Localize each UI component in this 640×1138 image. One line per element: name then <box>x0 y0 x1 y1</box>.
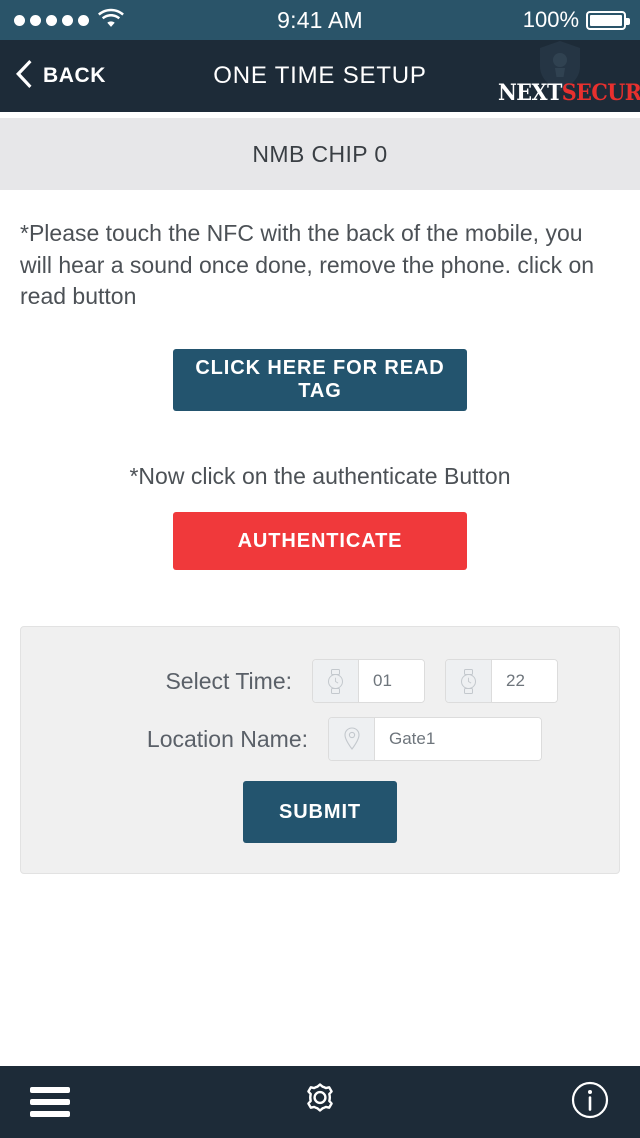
time-minutes-group[interactable] <box>445 659 558 704</box>
location-name-row: Location Name: <box>21 717 619 762</box>
location-name-group[interactable] <box>328 717 542 762</box>
back-button-label: BACK <box>43 64 107 87</box>
time-fields-group <box>312 659 558 704</box>
read-tag-button[interactable]: CLICK HERE FOR READ TAG <box>173 349 467 412</box>
info-button[interactable] <box>562 1074 618 1130</box>
hamburger-menu-icon <box>30 1081 70 1123</box>
back-button[interactable]: BACK <box>16 59 107 93</box>
select-time-label: Select Time: <box>165 667 292 694</box>
status-bar-left <box>14 8 277 32</box>
bottom-navigation-bar <box>0 1066 640 1138</box>
battery-percentage: 100% <box>522 7 580 32</box>
select-time-row: Select Time: <box>21 659 619 704</box>
settings-button[interactable] <box>292 1074 348 1130</box>
app-header: BACK ONE TIME SETUP NEXTSECURITY <box>0 40 640 112</box>
gear-icon <box>298 1078 342 1127</box>
wifi-icon <box>98 8 124 32</box>
submit-button[interactable]: SUBMIT <box>243 781 397 844</box>
brand-logo: NEXTSECURITY <box>494 41 640 108</box>
status-bar-right: 100% <box>363 7 631 33</box>
watch-icon <box>313 660 359 703</box>
authenticate-hint: *Now click on the authenticate Button <box>129 463 511 490</box>
location-name-label: Location Name: <box>146 725 308 752</box>
battery-full-icon <box>586 10 631 30</box>
brand-name-secondary: SECURITY <box>561 80 640 106</box>
setup-form-panel: Select Time: 01 22 Location Name: Gate1 … <box>20 626 620 875</box>
brand-wordmark: NEXTSECURITY <box>497 80 640 106</box>
map-pin-icon <box>329 718 375 761</box>
location-name-input[interactable] <box>375 718 541 761</box>
chevron-left-icon <box>16 59 34 93</box>
main-content: *Please touch the NFC with the back of t… <box>0 218 640 875</box>
info-circle-icon <box>571 1081 609 1124</box>
menu-button[interactable] <box>22 1074 78 1130</box>
nfc-instructions: *Please touch the NFC with the back of t… <box>20 220 595 310</box>
chip-subheader: NMB CHIP 0 <box>0 118 640 190</box>
signal-strength-icon <box>14 14 89 26</box>
status-bar: 9:41 AM 100% <box>0 0 640 40</box>
brand-name-primary: NEXT <box>497 80 562 106</box>
time-minutes-input[interactable] <box>492 660 557 703</box>
authenticate-button[interactable]: AUTHENTICATE <box>173 512 467 571</box>
status-bar-time: 9:41 AM <box>277 6 363 33</box>
time-hours-input[interactable] <box>359 660 424 703</box>
watch-icon <box>446 660 492 703</box>
time-hours-group[interactable] <box>312 659 425 704</box>
chip-title: NMB CHIP 0 <box>252 140 388 167</box>
